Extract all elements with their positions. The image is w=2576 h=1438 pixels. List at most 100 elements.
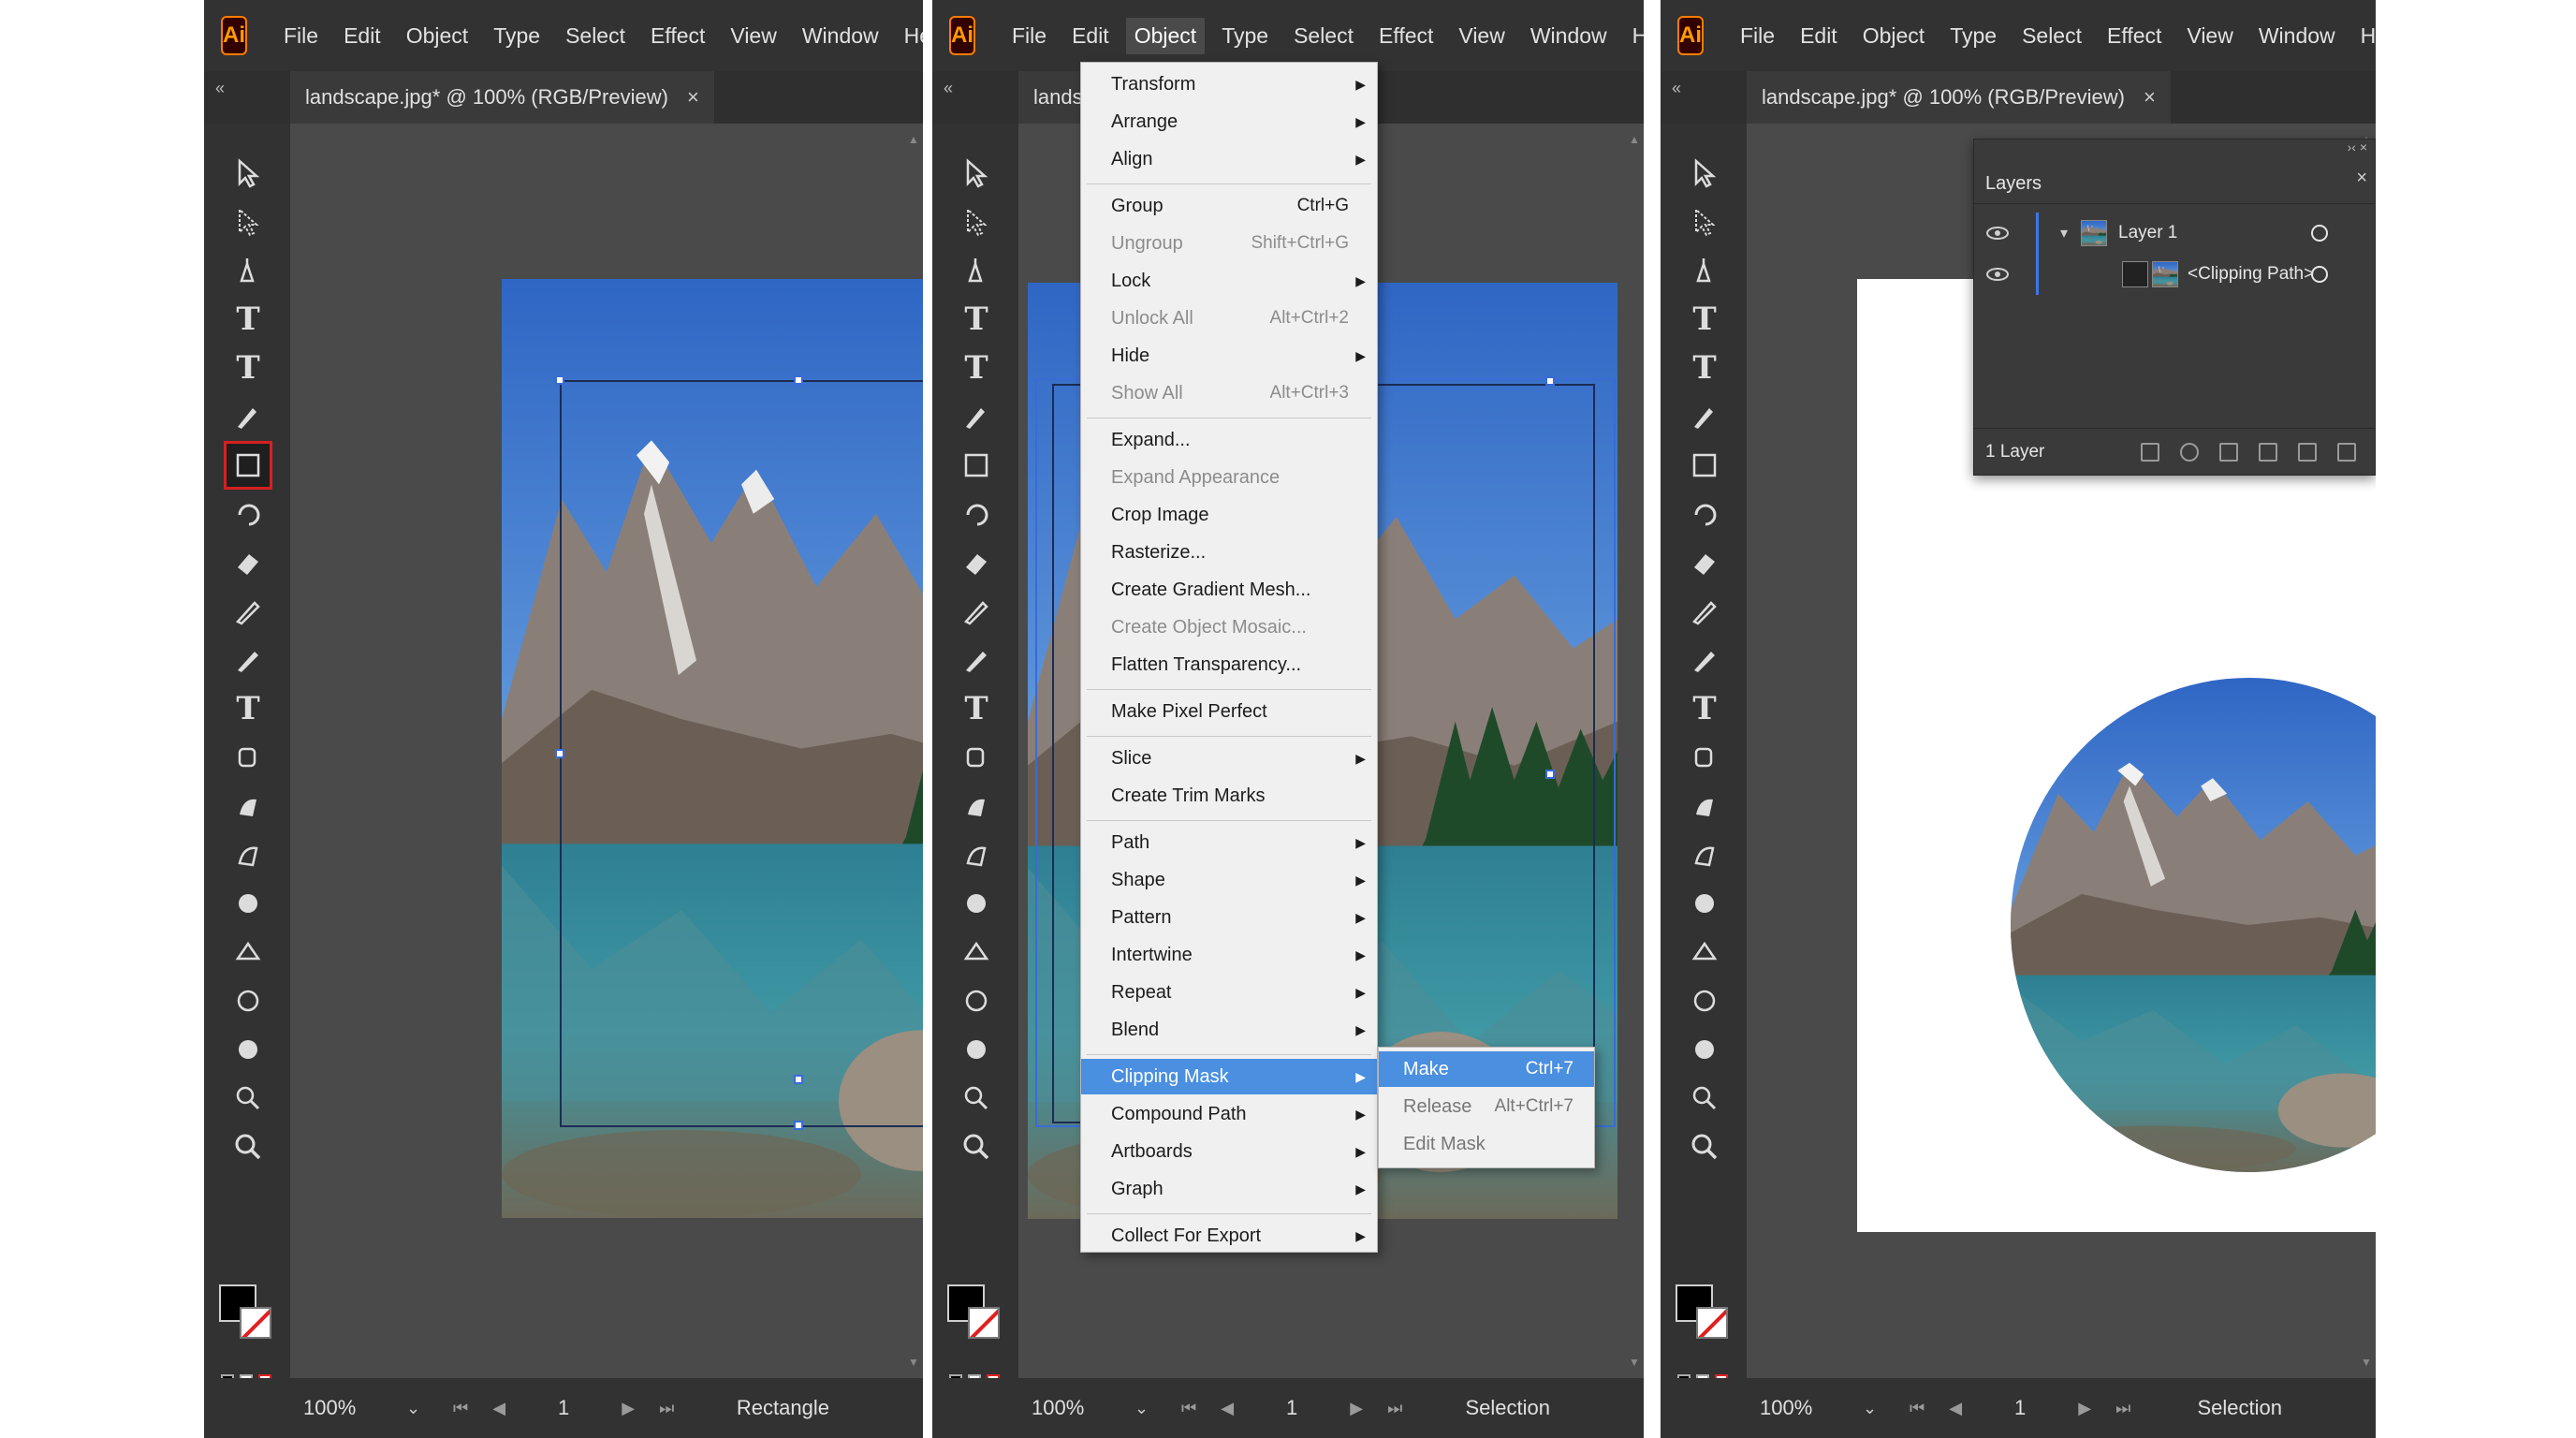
gradient-icon[interactable] bbox=[955, 1028, 998, 1071]
menu-object[interactable]: Object bbox=[1125, 17, 1206, 54]
zoom-icon[interactable] bbox=[227, 1125, 270, 1168]
paintbrush-icon[interactable] bbox=[955, 395, 998, 438]
menu-type[interactable]: Type bbox=[1941, 18, 2005, 54]
menu-edit[interactable]: Edit bbox=[335, 18, 389, 54]
rectangle-shape[interactable] bbox=[560, 380, 923, 1127]
last-artboard-icon[interactable]: ⏭ bbox=[1387, 1399, 1402, 1418]
make-clipping-mask-icon[interactable] bbox=[2219, 442, 2238, 462]
selection-handle[interactable] bbox=[555, 749, 564, 758]
selection-handle[interactable] bbox=[794, 1121, 803, 1130]
last-artboard-icon[interactable]: ⏭ bbox=[659, 1399, 674, 1418]
selection-icon[interactable] bbox=[955, 152, 998, 195]
object-menu-item-pattern[interactable]: Pattern ▶ bbox=[1081, 900, 1377, 935]
close-icon[interactable]: × bbox=[2356, 168, 2367, 189]
rectangle-icon[interactable] bbox=[224, 441, 272, 490]
zoom-icon[interactable] bbox=[955, 1125, 998, 1168]
clipping-mask-edit-mask[interactable]: Edit Mask bbox=[1379, 1126, 1594, 1162]
paintbrush-icon[interactable] bbox=[1683, 395, 1726, 438]
menu-help[interactable]: Help bbox=[1624, 18, 1644, 54]
panel-collapse-icon[interactable]: ›‹ × bbox=[2348, 139, 2367, 154]
object-menu-item-align[interactable]: Align ▶ bbox=[1081, 141, 1377, 177]
prev-artboard-icon[interactable]: ◀ bbox=[1221, 1399, 1234, 1418]
object-menu-item-transform[interactable]: Transform ▶ bbox=[1081, 66, 1377, 102]
object-menu-item-slice[interactable]: Slice ▶ bbox=[1081, 741, 1377, 776]
menu-view[interactable]: View bbox=[722, 18, 784, 54]
selection-handle[interactable] bbox=[1545, 376, 1555, 386]
target-icon[interactable] bbox=[2311, 225, 2328, 242]
clipping-mask-make[interactable]: Make Ctrl+7 bbox=[1379, 1051, 1594, 1087]
rotate-icon[interactable] bbox=[955, 492, 998, 536]
object-menu-item-group[interactable]: Group Ctrl+G bbox=[1081, 188, 1377, 224]
menu-type[interactable]: Type bbox=[485, 18, 549, 54]
warp-icon[interactable] bbox=[955, 785, 998, 828]
object-menu-item-hide[interactable]: Hide ▶ bbox=[1081, 338, 1377, 374]
menu-file[interactable]: File bbox=[1003, 18, 1055, 54]
prev-artboard-icon[interactable]: ◀ bbox=[492, 1399, 505, 1418]
shape-builder-icon[interactable] bbox=[227, 882, 270, 925]
paintbrush-icon[interactable] bbox=[227, 395, 270, 438]
object-menu-item-clipping-mask[interactable]: Clipping Mask ▶ bbox=[1081, 1059, 1377, 1094]
rectangle-icon[interactable] bbox=[955, 444, 998, 487]
selection-handle[interactable] bbox=[1545, 770, 1555, 779]
area-type-icon[interactable]: T bbox=[1683, 687, 1726, 730]
last-artboard-icon[interactable]: ⏭ bbox=[2115, 1399, 2130, 1418]
direct-selection-icon[interactable] bbox=[955, 200, 998, 243]
menu-file[interactable]: File bbox=[275, 18, 327, 54]
prev-artboard-icon[interactable]: ◀ bbox=[1949, 1399, 1962, 1418]
fill-stroke-swatches[interactable] bbox=[1676, 1284, 1741, 1359]
menu-edit[interactable]: Edit bbox=[1063, 18, 1118, 54]
artboard-number[interactable]: 1 bbox=[558, 1396, 569, 1420]
eye-icon[interactable] bbox=[1985, 267, 2010, 282]
stroke-swatch[interactable] bbox=[1696, 1307, 1728, 1339]
artboard-number[interactable]: 1 bbox=[1286, 1396, 1297, 1420]
menu-select[interactable]: Select bbox=[1285, 18, 1362, 54]
menu-edit[interactable]: Edit bbox=[1792, 18, 1846, 54]
menu-effect[interactable]: Effect bbox=[1370, 18, 1442, 54]
eyedropper-icon[interactable] bbox=[227, 1077, 270, 1120]
collapse-panels-icon[interactable]: « bbox=[1672, 79, 1681, 98]
width-icon[interactable] bbox=[1683, 736, 1726, 779]
menu-window[interactable]: Window bbox=[1522, 18, 1616, 54]
collapse-panels-icon[interactable]: « bbox=[944, 79, 953, 98]
layer-row[interactable]: ▾ Layer 1 bbox=[1974, 213, 2375, 254]
menu-window[interactable]: Window bbox=[2250, 18, 2344, 54]
direct-selection-icon[interactable] bbox=[1683, 200, 1726, 243]
menu-view[interactable]: View bbox=[1450, 18, 1513, 54]
document-tab[interactable]: landscape.jpg* @ 100% (RGB/Preview) × bbox=[290, 71, 714, 124]
object-menu-item-unlock-all[interactable]: Unlock All Alt+Ctrl+2 bbox=[1081, 301, 1377, 336]
menu-select[interactable]: Select bbox=[557, 18, 634, 54]
export-icon[interactable] bbox=[2141, 442, 2159, 462]
next-artboard-icon[interactable]: ▶ bbox=[1350, 1399, 1363, 1418]
touch-type-icon[interactable]: T bbox=[1683, 346, 1726, 389]
object-menu-item-compound-path[interactable]: Compound Path ▶ bbox=[1081, 1096, 1377, 1132]
direct-selection-icon[interactable] bbox=[227, 200, 270, 243]
object-menu-item-path[interactable]: Path ▶ bbox=[1081, 825, 1377, 860]
object-menu-item-blend[interactable]: Blend ▶ bbox=[1081, 1012, 1377, 1048]
shape-builder-icon[interactable] bbox=[955, 882, 998, 925]
zoom-icon[interactable] bbox=[1683, 1125, 1726, 1168]
area-type-icon[interactable]: T bbox=[227, 687, 270, 730]
blob-brush-icon[interactable] bbox=[227, 638, 270, 682]
object-menu-item-show-all[interactable]: Show All Alt+Ctrl+3 bbox=[1081, 375, 1377, 411]
close-tab-icon[interactable]: × bbox=[687, 85, 699, 110]
sublayer-row[interactable]: <Clipping Path> bbox=[1974, 254, 2375, 295]
object-menu-item-arrange[interactable]: Arrange ▶ bbox=[1081, 104, 1377, 139]
object-menu-item-artboards[interactable]: Artboards ▶ bbox=[1081, 1134, 1377, 1169]
rotate-icon[interactable] bbox=[227, 492, 270, 536]
canvas[interactable]: ▲▼ bbox=[290, 124, 923, 1378]
clipped-circle-image[interactable] bbox=[2011, 678, 2376, 1172]
eraser-icon[interactable] bbox=[955, 541, 998, 584]
touch-type-icon[interactable]: T bbox=[227, 346, 270, 389]
menu-file[interactable]: File bbox=[1732, 18, 1783, 54]
shape-builder-icon[interactable] bbox=[1683, 882, 1726, 925]
object-menu-item-flatten-transparency[interactable]: Flatten Transparency... bbox=[1081, 647, 1377, 682]
new-layer-icon[interactable] bbox=[2298, 442, 2317, 462]
free-transform-icon[interactable] bbox=[1683, 833, 1726, 876]
pencil-icon[interactable] bbox=[227, 590, 270, 633]
width-icon[interactable] bbox=[227, 736, 270, 779]
object-menu-item-collect-for-export[interactable]: Collect For Export ▶ bbox=[1081, 1218, 1377, 1254]
object-menu-item-expand-appearance[interactable]: Expand Appearance bbox=[1081, 460, 1377, 495]
sublayer-name[interactable]: <Clipping Path> bbox=[2188, 264, 2314, 285]
stroke-swatch[interactable] bbox=[968, 1307, 1000, 1339]
next-artboard-icon[interactable]: ▶ bbox=[2078, 1399, 2091, 1418]
